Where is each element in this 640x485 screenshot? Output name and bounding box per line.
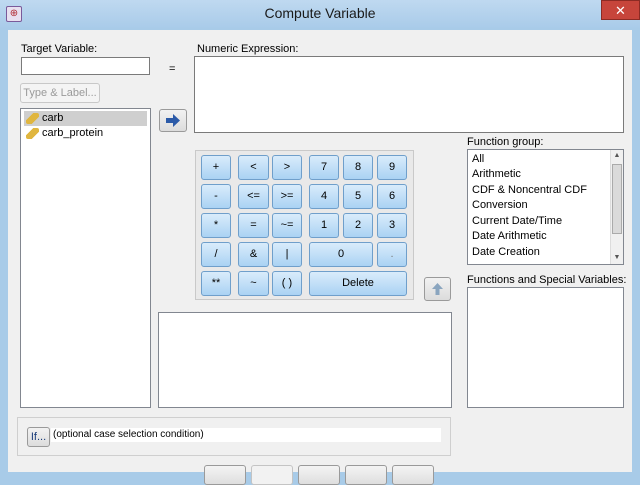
key-equals[interactable]: = (238, 213, 269, 238)
if-condition-text: (optional case selection condition) (51, 428, 441, 442)
numeric-expression-label: Numeric Expression: (197, 43, 299, 55)
key-7[interactable]: 7 (309, 155, 339, 180)
scroll-up-arrow-icon[interactable]: ▲ (611, 150, 623, 162)
numeric-expression-input[interactable] (194, 56, 624, 133)
key-power[interactable]: ** (201, 271, 231, 296)
function-group-item[interactable]: Conversion (472, 198, 528, 213)
key-0[interactable]: 0 (309, 242, 373, 267)
function-description-box (158, 312, 452, 408)
functions-special-variables-list[interactable] (467, 287, 624, 408)
scale-variable-icon (26, 128, 39, 139)
equals-sign: = (169, 63, 176, 75)
key-2[interactable]: 2 (343, 213, 373, 238)
close-button[interactable]: ✕ (601, 0, 640, 20)
key-8[interactable]: 8 (343, 155, 373, 180)
function-group-item[interactable]: CDF & Noncentral CDF (472, 183, 587, 198)
ok-button[interactable] (204, 465, 246, 485)
window-title: Compute Variable (264, 5, 376, 21)
key-6[interactable]: 6 (377, 184, 407, 209)
key-greater-equal[interactable]: >= (272, 184, 302, 209)
reset-button[interactable] (298, 465, 340, 485)
scroll-thumb[interactable] (612, 164, 622, 234)
key-parentheses[interactable]: ( ) (272, 271, 302, 296)
key-multiply[interactable]: * (201, 213, 231, 238)
move-function-up-button[interactable] (424, 277, 451, 301)
functions-special-variables-label: Functions and Special Variables: (467, 274, 627, 286)
function-group-scrollbar[interactable]: ▲ ▼ (610, 150, 623, 264)
scale-variable-icon (26, 113, 39, 124)
function-group-item[interactable]: Date Arithmetic (472, 229, 547, 244)
key-5[interactable]: 5 (343, 184, 373, 209)
variable-list[interactable]: carb carb_protein (20, 108, 151, 408)
key-greater-than[interactable]: > (272, 155, 302, 180)
function-group-item[interactable]: Date Creation (472, 245, 540, 260)
type-label-button[interactable]: Type & Label... (20, 83, 100, 103)
function-group-item[interactable]: All (472, 152, 484, 167)
key-minus[interactable]: - (201, 184, 231, 209)
key-less-than[interactable]: < (238, 155, 269, 180)
target-variable-label: Target Variable: (21, 43, 98, 55)
key-9[interactable]: 9 (377, 155, 407, 180)
key-or[interactable]: | (272, 242, 302, 267)
target-variable-input[interactable] (21, 57, 150, 75)
scroll-down-arrow-icon[interactable]: ▼ (611, 252, 623, 264)
key-divide[interactable]: / (201, 242, 231, 267)
cancel-button[interactable] (345, 465, 387, 485)
key-and[interactable]: & (238, 242, 269, 267)
paste-button[interactable] (251, 465, 293, 485)
variable-item[interactable]: carb_protein (24, 126, 147, 141)
key-1[interactable]: 1 (309, 213, 339, 238)
key-not[interactable]: ~ (238, 271, 269, 296)
arrow-right-icon (166, 114, 180, 127)
key-4[interactable]: 4 (309, 184, 339, 209)
function-group-item[interactable]: Arithmetic (472, 167, 521, 182)
if-button[interactable]: If... (27, 427, 50, 447)
function-group-label: Function group: (467, 136, 544, 148)
key-3[interactable]: 3 (377, 213, 407, 238)
key-less-equal[interactable]: <= (238, 184, 269, 209)
variable-item[interactable]: carb (24, 111, 147, 126)
key-plus[interactable]: + (201, 155, 231, 180)
arrow-up-icon (432, 283, 443, 295)
key-not-equal[interactable]: ~= (272, 213, 302, 238)
move-to-expression-button[interactable] (159, 109, 187, 132)
function-group-item[interactable]: Current Date/Time (472, 214, 562, 229)
function-group-list[interactable]: All Arithmetic CDF & Noncentral CDF Conv… (467, 149, 624, 265)
key-decimal-point[interactable]: . (377, 242, 407, 267)
help-button[interactable] (392, 465, 434, 485)
key-delete[interactable]: Delete (309, 271, 407, 296)
